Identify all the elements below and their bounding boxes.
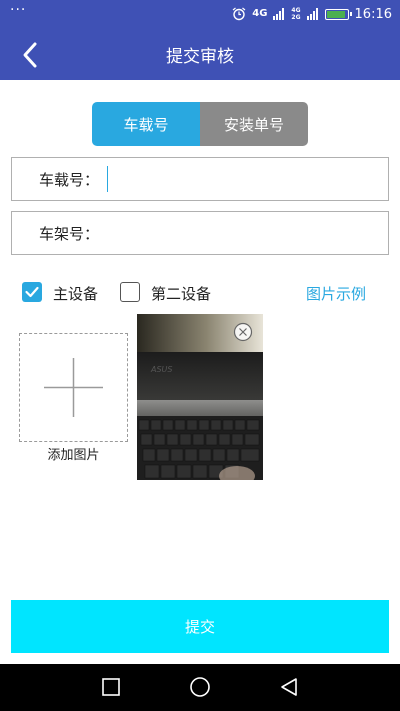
system-navigation-bar bbox=[0, 664, 400, 711]
add-photo-button[interactable] bbox=[19, 333, 128, 442]
battery-icon bbox=[324, 8, 352, 20]
status-bar: ··· 4G 4G 2G 16:16 bbox=[0, 0, 400, 28]
frame-number-field[interactable]: 车架号： bbox=[11, 211, 389, 255]
network-type: 4G bbox=[252, 8, 268, 19]
square-icon bbox=[102, 678, 120, 696]
page-title: 提交审核 bbox=[166, 47, 234, 67]
device-options: 主设备 第二设备 图片示例 bbox=[22, 281, 378, 305]
app-header: 提交审核 bbox=[0, 28, 400, 80]
primary-device-label[interactable]: 主设备 bbox=[53, 283, 98, 304]
number-type-tabs: 车载号 安装单号 bbox=[92, 102, 308, 146]
signal-secondary-icon bbox=[306, 8, 318, 20]
remove-photo-button[interactable] bbox=[233, 322, 253, 342]
recent-apps-button[interactable] bbox=[100, 676, 122, 698]
signal-icon bbox=[273, 8, 285, 20]
close-circle-icon bbox=[233, 322, 253, 342]
uploaded-photo[interactable]: ASUS bbox=[137, 314, 263, 480]
add-photo-label: 添加图片 bbox=[47, 448, 100, 463]
plus-icon bbox=[44, 358, 103, 417]
checkmark-icon bbox=[25, 286, 39, 298]
image-example-link[interactable]: 图片示例 bbox=[306, 283, 366, 304]
network-type-secondary: 4G 2G bbox=[291, 7, 301, 21]
frame-number-input[interactable] bbox=[107, 220, 338, 246]
notification-dots: ··· bbox=[10, 2, 27, 18]
tab-vehicle-number[interactable]: 车载号 bbox=[92, 102, 200, 146]
vehicle-number-label: 车载号： bbox=[39, 170, 100, 189]
alarm-icon bbox=[232, 7, 246, 21]
vehicle-number-field[interactable]: 车载号： bbox=[11, 157, 389, 201]
primary-device-checkbox[interactable] bbox=[22, 282, 42, 302]
secondary-device-label[interactable]: 第二设备 bbox=[151, 283, 211, 304]
vehicle-number-input[interactable] bbox=[107, 166, 338, 192]
secondary-device-checkbox[interactable] bbox=[120, 282, 140, 302]
clock: 16:16 bbox=[354, 6, 392, 22]
svg-text:ASUS: ASUS bbox=[150, 365, 172, 374]
circle-icon bbox=[190, 677, 210, 697]
back-nav-button[interactable] bbox=[278, 676, 300, 698]
home-button[interactable] bbox=[189, 676, 211, 698]
triangle-back-icon bbox=[281, 678, 297, 696]
tab-install-order-number[interactable]: 安装单号 bbox=[200, 102, 308, 146]
frame-number-label: 车架号： bbox=[39, 224, 100, 243]
submit-button[interactable]: 提交 bbox=[11, 600, 389, 653]
